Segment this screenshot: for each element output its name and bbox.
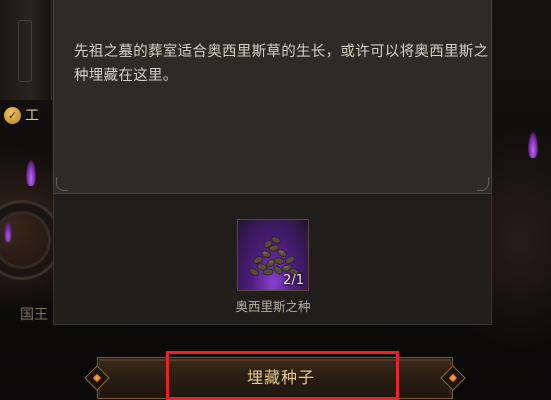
background-label: 国王 xyxy=(20,307,48,323)
checkmark-icon: ✓ xyxy=(4,106,21,124)
action-bar: 埋藏种子 xyxy=(84,351,466,400)
item-slot[interactable]: 2/1 xyxy=(237,219,309,291)
corner-ornament xyxy=(56,177,68,191)
quest-badge: ✓ 工 xyxy=(4,106,39,124)
quest-badge-label: 工 xyxy=(25,108,39,124)
item-count: 2/1 xyxy=(283,273,304,288)
purple-torch-flame xyxy=(26,160,36,186)
corner-ornament xyxy=(477,177,489,191)
tomb-pillar-decoration xyxy=(0,0,52,100)
purple-torch-flame xyxy=(528,132,538,158)
item-name: 奥西里斯之种 xyxy=(235,299,311,314)
item-requirement-panel: 2/1 奥西里斯之种 xyxy=(53,193,492,325)
dialog-panel: 先祖之墓的葬室适合奥西里斯草的生长，或许可以将奥西里斯之种埋藏在这里。 xyxy=(53,0,492,193)
plant-seed-button[interactable]: 埋藏种子 xyxy=(165,351,397,400)
dialog-description: 先祖之墓的葬室适合奥西里斯草的生长，或许可以将奥西里斯之种埋藏在这里。 xyxy=(74,44,489,84)
